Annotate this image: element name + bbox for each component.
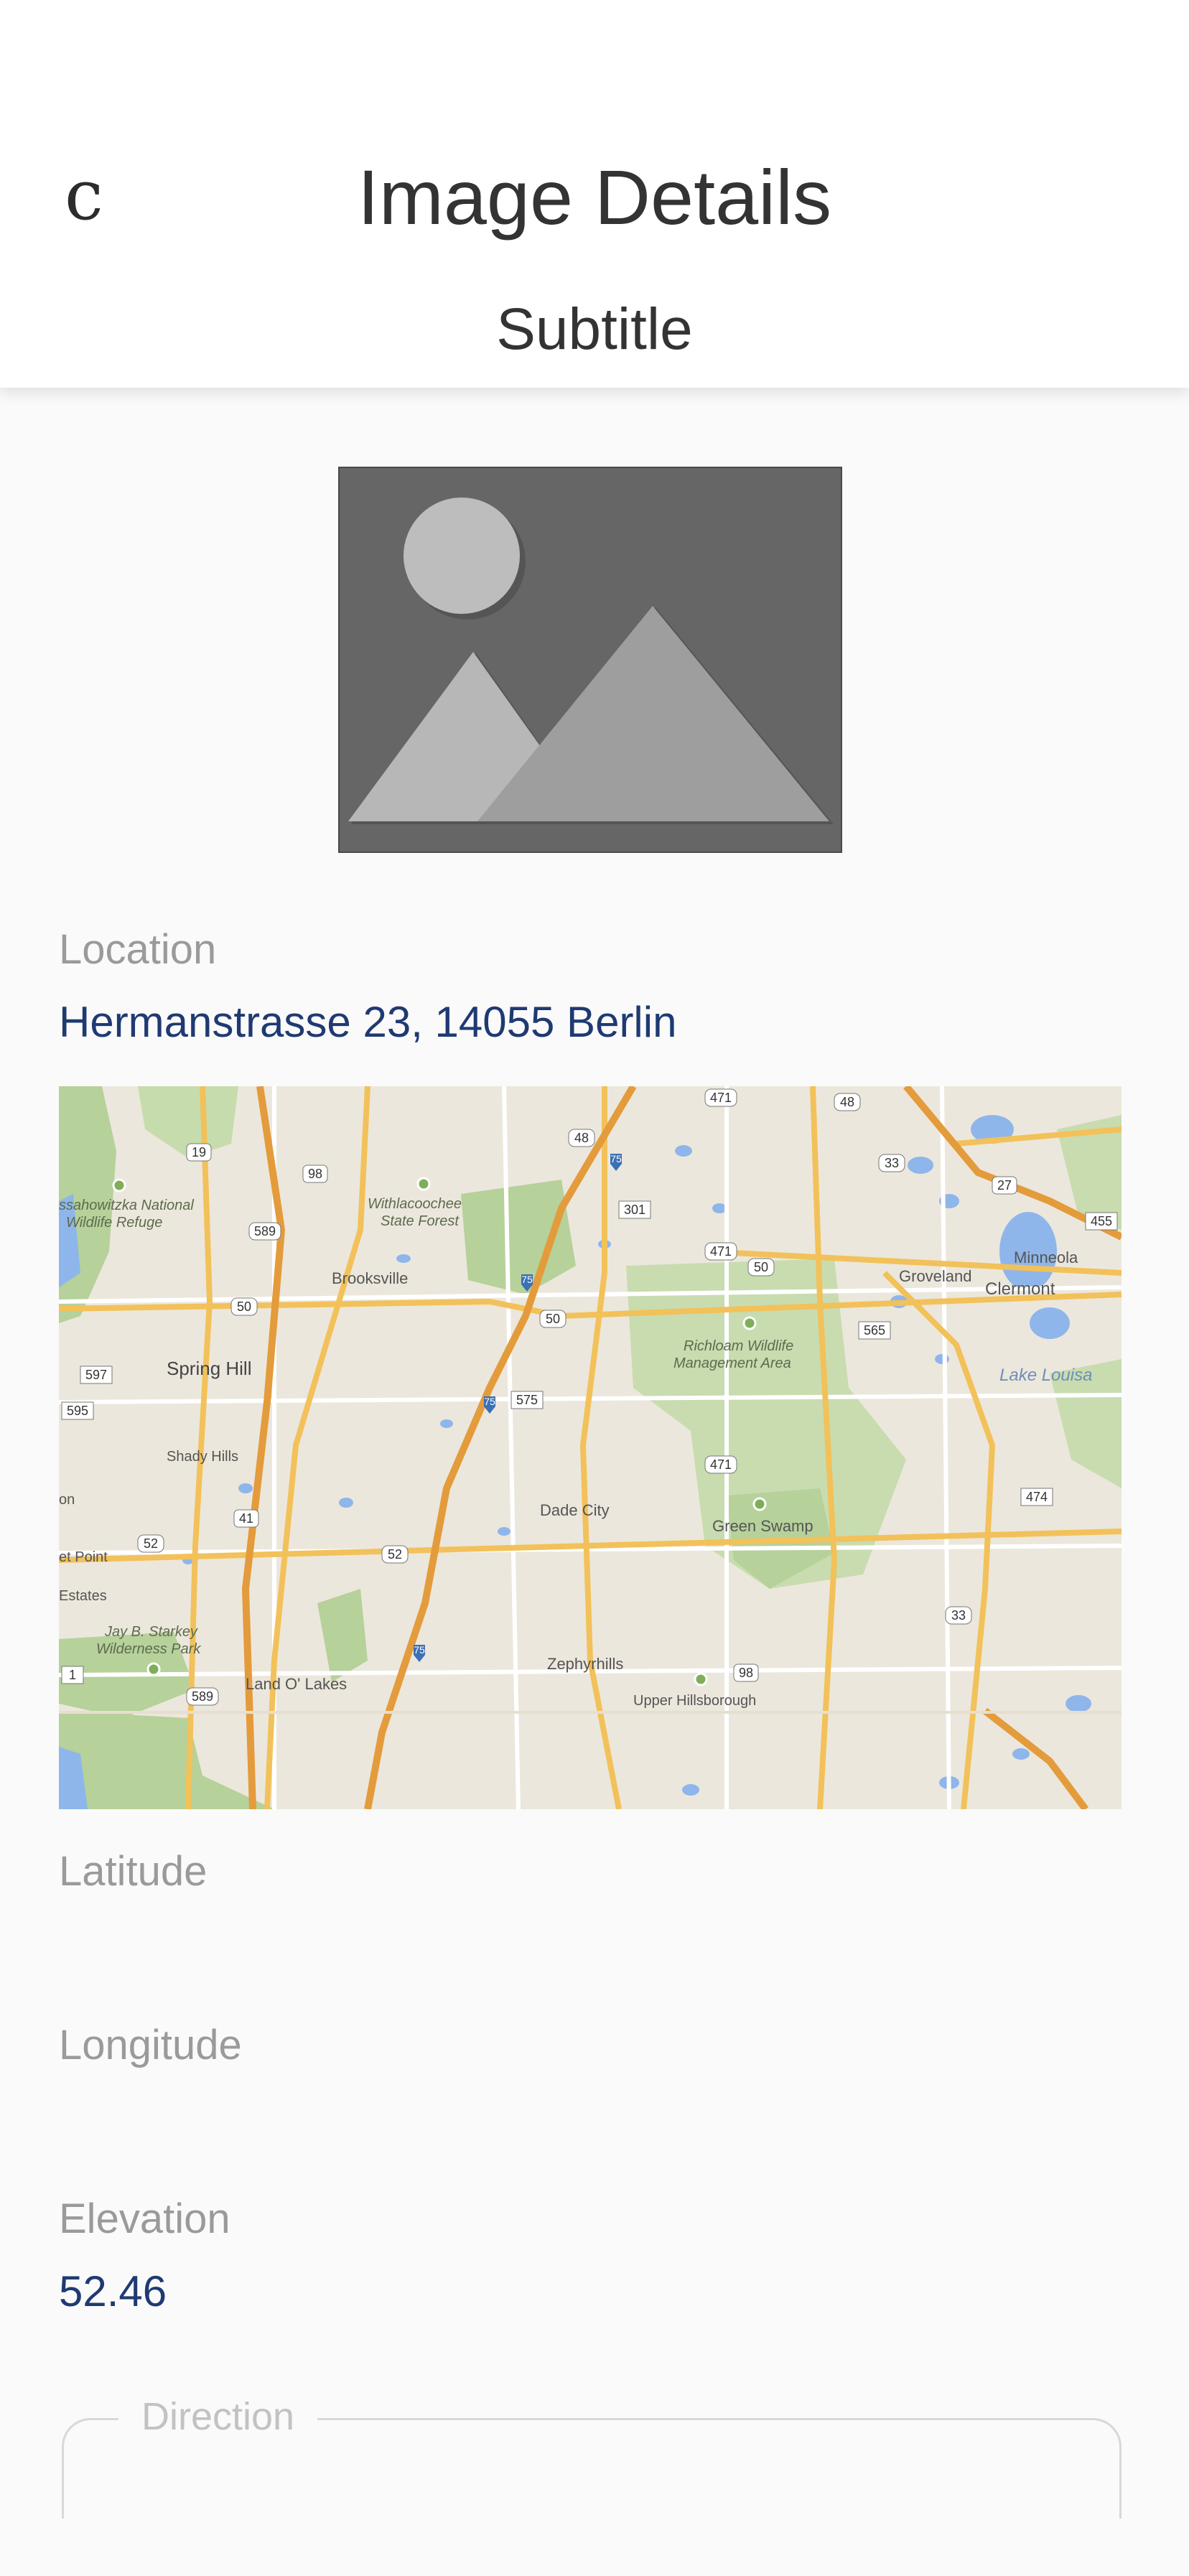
svg-text:50: 50 xyxy=(237,1299,251,1314)
svg-text:48: 48 xyxy=(574,1131,589,1145)
svg-text:ssahowitzka National: ssahowitzka National xyxy=(59,1198,194,1213)
location-value: Hermanstrasse 23, 14055 Berlin xyxy=(59,998,677,1046)
svg-text:Green Swamp: Green Swamp xyxy=(712,1517,813,1535)
svg-text:State Forest: State Forest xyxy=(381,1213,460,1229)
svg-text:27: 27 xyxy=(997,1178,1012,1193)
svg-text:75: 75 xyxy=(414,1644,425,1656)
svg-text:301: 301 xyxy=(624,1203,645,1217)
svg-text:Clermont: Clermont xyxy=(985,1279,1055,1299)
direction-label: Direction xyxy=(118,2391,318,2442)
svg-text:50: 50 xyxy=(754,1260,768,1274)
svg-text:Land O' Lakes: Land O' Lakes xyxy=(246,1675,347,1693)
svg-text:Groveland: Groveland xyxy=(899,1267,972,1285)
svg-text:471: 471 xyxy=(710,1091,732,1105)
svg-text:Dade City: Dade City xyxy=(540,1501,610,1519)
svg-text:595: 595 xyxy=(67,1404,88,1418)
svg-text:98: 98 xyxy=(739,1666,753,1680)
svg-text:589: 589 xyxy=(192,1689,213,1704)
svg-text:Zephyrhills: Zephyrhills xyxy=(547,1655,623,1673)
svg-text:Wildlife Refuge: Wildlife Refuge xyxy=(66,1215,162,1231)
location-label: Location xyxy=(59,926,217,973)
svg-text:Richloam Wildlife: Richloam Wildlife xyxy=(684,1338,793,1354)
details-content: Location Hermanstrasse 23, 14055 Berlin xyxy=(0,388,1189,2576)
app-header: c Image Details Subtitle xyxy=(0,0,1189,388)
svg-text:Spring Hill: Spring Hill xyxy=(167,1358,252,1379)
svg-text:Withlacoochee: Withlacoochee xyxy=(368,1196,462,1212)
svg-text:33: 33 xyxy=(885,1156,899,1170)
image-placeholder-icon[interactable] xyxy=(338,467,842,853)
svg-text:on: on xyxy=(59,1492,75,1508)
svg-text:474: 474 xyxy=(1026,1490,1048,1504)
svg-text:Upper Hillsborough: Upper Hillsborough xyxy=(633,1693,756,1709)
svg-text:75: 75 xyxy=(521,1274,533,1285)
svg-text:1: 1 xyxy=(69,1668,76,1682)
elevation-value: 52.46 xyxy=(59,2267,167,2315)
page-subtitle: Subtitle xyxy=(496,297,693,362)
svg-text:41: 41 xyxy=(239,1511,253,1526)
svg-text:33: 33 xyxy=(951,1608,966,1623)
svg-text:Wilderness Park: Wilderness Park xyxy=(96,1641,201,1657)
svg-text:et Point: et Point xyxy=(59,1549,108,1565)
svg-text:75: 75 xyxy=(610,1153,622,1165)
svg-text:Estates: Estates xyxy=(59,1588,107,1604)
svg-text:52: 52 xyxy=(144,1536,158,1551)
svg-text:Minneola: Minneola xyxy=(1014,1249,1078,1266)
bottom-area xyxy=(0,2519,1189,2576)
page-title: Image Details xyxy=(357,154,832,241)
elevation-label: Elevation xyxy=(59,2195,230,2242)
latitude-label: Latitude xyxy=(59,1848,208,1895)
svg-text:565: 565 xyxy=(864,1323,885,1338)
svg-text:Lake Louisa: Lake Louisa xyxy=(999,1366,1092,1385)
svg-text:Management Area: Management Area xyxy=(673,1355,791,1371)
svg-text:471: 471 xyxy=(710,1457,732,1472)
map-image: 19 98 589 50 597 595 41 52 52 301 471 47… xyxy=(59,1086,1122,1809)
svg-text:471: 471 xyxy=(710,1244,732,1259)
direction-field[interactable]: Direction xyxy=(62,2391,1122,2521)
svg-text:19: 19 xyxy=(192,1145,206,1159)
svg-text:75: 75 xyxy=(484,1396,495,1407)
svg-text:Shady Hills: Shady Hills xyxy=(167,1449,238,1465)
svg-text:98: 98 xyxy=(308,1167,322,1181)
longitude-label: Longitude xyxy=(59,2022,242,2068)
svg-text:455: 455 xyxy=(1091,1214,1112,1228)
svg-text:52: 52 xyxy=(388,1547,402,1562)
svg-text:Jay B. Starkey: Jay B. Starkey xyxy=(104,1624,198,1640)
svg-text:589: 589 xyxy=(254,1224,276,1238)
svg-text:Brooksville: Brooksville xyxy=(332,1269,408,1287)
svg-text:575: 575 xyxy=(516,1393,538,1407)
svg-text:597: 597 xyxy=(85,1368,107,1382)
svg-text:48: 48 xyxy=(840,1095,854,1109)
svg-text:50: 50 xyxy=(546,1312,560,1326)
location-map[interactable]: 19 98 589 50 597 595 41 52 52 301 471 47… xyxy=(59,1086,1122,1809)
